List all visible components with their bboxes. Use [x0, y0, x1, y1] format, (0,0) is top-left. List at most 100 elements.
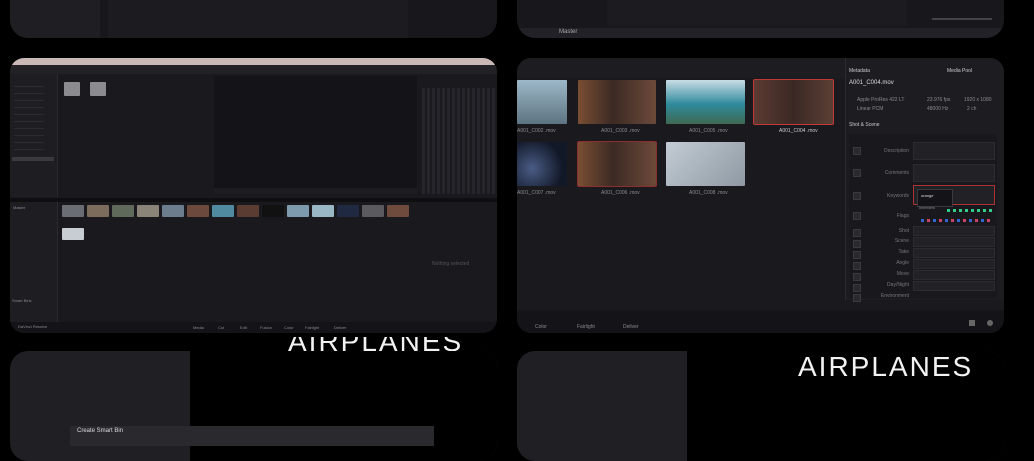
color-swatches[interactable] — [921, 219, 993, 222]
viewer — [214, 76, 417, 194]
keyword-option[interactable]: Interview — [919, 205, 935, 210]
clip-thumbnail[interactable] — [578, 80, 656, 124]
info-value: 2 ch — [967, 106, 977, 112]
clip-name: A001_C004.mov — [849, 80, 894, 86]
field-label: Scene — [894, 238, 909, 244]
clip-label: A001_C006 .mov — [601, 190, 640, 196]
field-label: Keywords — [887, 193, 909, 199]
clip-thumbnail[interactable] — [387, 205, 409, 217]
clip-thumbnail[interactable] — [62, 228, 84, 240]
section-title: Shot & Scene — [849, 122, 880, 128]
field-label: Day/Night — [887, 282, 909, 288]
bottom-right-panel: AIRPLANES — [517, 351, 1004, 461]
field-label: Comments — [884, 170, 909, 176]
playhead-bar[interactable] — [214, 188, 417, 194]
context-menu — [70, 426, 434, 446]
tab-deliver[interactable]: Deliver — [623, 324, 639, 330]
bin-master[interactable]: Master — [13, 205, 25, 210]
tab-cut[interactable]: Cut — [218, 325, 224, 330]
scene-field[interactable] — [913, 237, 995, 247]
field-label: Environment — [880, 293, 909, 299]
tab-fairlight[interactable]: Fairlight — [577, 324, 595, 330]
info-value: 23.976 fps — [927, 97, 951, 103]
smart-bins-label: Smart Bins — [12, 298, 32, 303]
top-left-panel — [10, 0, 497, 38]
master-bar — [517, 28, 1004, 38]
tab-fusion[interactable]: Fusion — [260, 325, 272, 330]
clip-thumbnail[interactable] — [237, 205, 259, 217]
clip-thumbnail[interactable] — [362, 205, 384, 217]
info-name: Apple ProRes 422 LT — [857, 97, 905, 103]
home-icon[interactable] — [969, 320, 975, 326]
media-pool-sidebar — [10, 202, 58, 322]
clip-thumbnail[interactable] — [212, 205, 234, 217]
panel-content — [607, 0, 907, 26]
clip-thumbnail[interactable] — [312, 205, 334, 217]
clip-thumbnail[interactable] — [112, 205, 134, 217]
clip-thumbnail[interactable] — [517, 142, 567, 186]
settings-icon[interactable] — [987, 320, 993, 326]
angle-field[interactable] — [913, 259, 995, 269]
clip-thumbnail[interactable] — [87, 205, 109, 217]
comments-field[interactable] — [913, 164, 995, 182]
folder-icon[interactable] — [64, 82, 80, 96]
clip-thumbnail[interactable] — [337, 205, 359, 217]
mac-menu-bar — [10, 58, 497, 65]
clip-thumbnail[interactable] — [517, 80, 567, 124]
clip-thumbnail[interactable] — [162, 205, 184, 217]
field-label: Shot — [898, 228, 909, 234]
tab-color[interactable]: Color — [535, 324, 547, 330]
clip-thumbnail-selected[interactable] — [753, 79, 834, 125]
take-field[interactable] — [913, 248, 995, 258]
field-label: Flags — [896, 213, 909, 219]
bin-selected[interactable] — [12, 157, 54, 161]
clip-label: A001_C007 .mov — [517, 190, 556, 196]
clip-label: A001_C004 .mov — [779, 128, 818, 134]
page-footer — [10, 322, 497, 333]
description-field[interactable] — [913, 142, 995, 160]
clip-label: A001_C002 .mov — [517, 128, 556, 134]
move-field[interactable] — [913, 270, 995, 280]
clip-thumbnail[interactable] — [262, 205, 284, 217]
divider — [10, 198, 497, 202]
left-editor-panel: Master Smart Bins Nothing selected DaVin… — [10, 58, 497, 333]
airplanes-title: AIRPLANES — [798, 351, 974, 382]
info-value: 48000 Hz — [927, 106, 949, 112]
clip-label: A001_C008 .mov — [689, 190, 728, 196]
tab-color[interactable]: Color — [284, 325, 294, 330]
clip-thumbnail[interactable] — [137, 205, 159, 217]
clip-thumbnail[interactable] — [187, 205, 209, 217]
clip-label: A001_C003 .mov — [601, 128, 640, 134]
shot-field[interactable] — [913, 226, 995, 236]
toolbar — [517, 58, 847, 78]
status-label: DaVinci Resolve — [18, 324, 48, 329]
clip-thumbnail[interactable] — [62, 205, 84, 217]
info-value: 1920 x 1080 — [964, 97, 992, 103]
tab-edit[interactable]: Edit — [240, 325, 247, 330]
metadata-header: Metadata — [849, 68, 870, 74]
tab-media[interactable]: Media — [193, 325, 204, 330]
tab-deliver[interactable]: Deliver — [334, 325, 346, 330]
field-label: Description — [883, 148, 909, 154]
folder-icon[interactable] — [90, 82, 106, 96]
bottom-left-panel: Create Smart Bin — [10, 351, 497, 461]
clip-label: A001_C005 .mov — [689, 128, 728, 134]
day-night-field[interactable] — [913, 281, 995, 291]
keyword-value[interactable]: orange — [921, 193, 933, 198]
tab-fairlight[interactable]: Fairlight — [305, 325, 319, 330]
audio-meters — [422, 88, 495, 194]
right-editor-panel: A001_C002 .mov A001_C003 .mov A001_C005 … — [517, 58, 1004, 333]
clip-thumbnail[interactable] — [666, 142, 745, 186]
toolbar — [10, 65, 497, 74]
clip-thumbnail[interactable] — [577, 141, 657, 187]
clip-thumbnail[interactable] — [666, 80, 745, 124]
clip-thumbnail[interactable] — [287, 205, 309, 217]
panel-sidebar — [10, 0, 100, 38]
media-pool-label[interactable]: Media Pool — [947, 68, 972, 74]
nothing-selected-label: Nothing selected — [432, 261, 470, 267]
bins-list-lines — [14, 80, 44, 150]
volume-slider[interactable] — [932, 18, 992, 20]
info-name: Linear PCM — [857, 106, 884, 112]
color-swatches[interactable] — [947, 209, 993, 212]
create-smart-bin-menu-item[interactable]: Create Smart Bin — [77, 428, 123, 434]
